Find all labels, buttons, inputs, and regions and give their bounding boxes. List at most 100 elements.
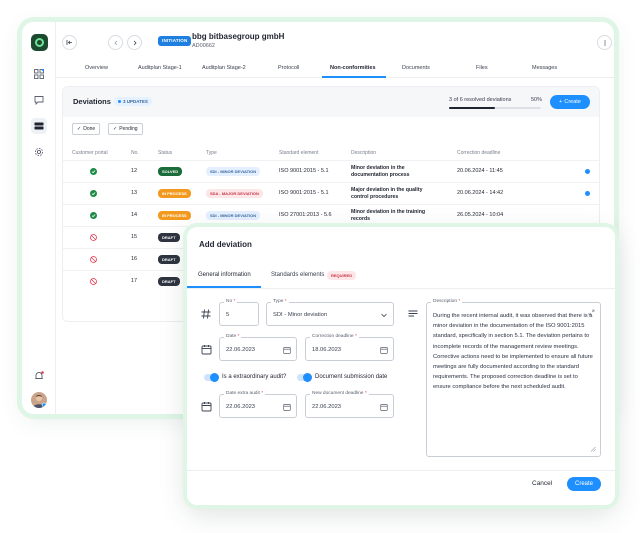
correction-deadline-field[interactable]: Correction deadline * 18.06.2023 xyxy=(305,334,394,361)
settings-icon[interactable] xyxy=(31,144,47,160)
status-badge: DRAFT xyxy=(158,233,180,242)
avatar[interactable] xyxy=(31,392,47,408)
correction-deadline: 20.06.2024 - 11:45 xyxy=(457,168,503,174)
tab-standards-elements[interactable]: Standards elements xyxy=(271,272,324,278)
col-description[interactable]: Description xyxy=(351,150,376,156)
active-tab-indicator xyxy=(322,76,386,78)
resolved-progress-bar xyxy=(449,107,541,109)
back-button[interactable] xyxy=(108,35,123,50)
tab-documents[interactable]: Documents xyxy=(402,65,430,71)
required-badge: REQUIRED xyxy=(327,271,357,280)
tab-auditplan-stage-1[interactable]: Auditplan Stage-1 xyxy=(138,65,182,71)
description-textarea[interactable]: Description * During the recent internal… xyxy=(426,299,601,457)
filter-done[interactable]: ✓ Done xyxy=(72,123,101,135)
dashboard-icon[interactable] xyxy=(31,66,47,82)
tab-non-conformities[interactable]: Non-conformities xyxy=(330,65,376,71)
col-customer-portal[interactable]: Customer portal xyxy=(72,150,108,156)
correction-deadline-value: 18.06.2023 xyxy=(312,347,342,353)
new-document-deadline-field[interactable]: New document deadline * 22.06.2023 xyxy=(305,391,394,418)
calendar-icon xyxy=(283,347,291,354)
type-badge: SDI - MINOR DEVIATION xyxy=(206,167,261,176)
calendar-icon xyxy=(283,404,291,411)
chat-icon[interactable] xyxy=(31,92,47,108)
filter-pending[interactable]: ✓ Pending xyxy=(108,123,143,135)
extra-audit-date-value: 22.06.2023 xyxy=(226,404,256,410)
update-indicator-dot xyxy=(585,169,590,174)
resize-handle-icon[interactable] xyxy=(590,446,596,452)
forward-button[interactable] xyxy=(127,35,142,50)
update-indicator-dot xyxy=(585,191,590,196)
tab-auditplan-stage-2[interactable]: Auditplan Stage-2 xyxy=(202,65,246,71)
number-value: 5 xyxy=(226,312,230,318)
type-select[interactable]: Type * SDI - Minor deviation xyxy=(266,299,394,326)
create-deviation-button[interactable]: + Create xyxy=(550,95,590,109)
extraordinary-audit-label: Is a extraordinary audit? xyxy=(222,374,287,380)
collapse-sidebar-button[interactable] xyxy=(62,35,77,50)
calendar-icon xyxy=(380,347,388,354)
portal-check-icon xyxy=(90,168,97,175)
description: Minor deviation in the training records xyxy=(351,209,426,222)
col-no[interactable]: No. xyxy=(131,150,139,156)
tab-overview[interactable]: Overview xyxy=(85,65,108,71)
row-number: 15 xyxy=(131,234,138,240)
extra-audit-date-field[interactable]: Date extra audit * 22.06.2023 xyxy=(219,391,297,418)
correction-deadline: 26.05.2024 - 10:04 xyxy=(457,212,504,218)
portal-check-icon xyxy=(90,212,97,219)
standard-element: ISO 27001:2013 - 5.6 xyxy=(279,212,332,218)
document-submission-toggle[interactable] xyxy=(297,373,312,382)
deviations-header: Deviations 3 UPDATES 3 of 6 resolved dev… xyxy=(63,87,599,117)
type-badge: SDA - MAJOR DEVIATION xyxy=(206,189,263,198)
add-deviation-modal: Add deviation General information Standa… xyxy=(187,227,615,505)
app-logo[interactable] xyxy=(31,34,48,51)
type-value: SDI - Minor deviation xyxy=(273,312,328,318)
status-badge: DRAFT xyxy=(158,277,180,286)
calendar-icon xyxy=(198,341,214,357)
number-field[interactable]: No * 5 xyxy=(219,299,259,326)
left-sidebar xyxy=(22,22,56,414)
plus-icon: + xyxy=(559,99,563,105)
portal-blocked-icon xyxy=(90,278,97,285)
audits-icon[interactable] xyxy=(31,118,47,134)
company-name: bbg bitbasegroup gmbH xyxy=(192,32,285,41)
check-icon: ✓ xyxy=(113,126,118,132)
date-value: 22.06.2023 xyxy=(226,347,256,353)
col-standard[interactable]: Standard element xyxy=(279,150,318,156)
expand-icon[interactable] xyxy=(588,309,595,316)
description: Minor deviation in the documentation pro… xyxy=(351,165,410,178)
type-badge: SDI - MINOR DEVIATION xyxy=(206,211,261,220)
row-number: 17 xyxy=(131,278,138,284)
col-status[interactable]: Status xyxy=(158,150,172,156)
deviations-title: Deviations xyxy=(73,97,111,106)
cancel-button[interactable]: Cancel xyxy=(532,480,552,487)
notification-bell-icon[interactable] xyxy=(31,368,47,384)
portal-blocked-icon xyxy=(90,256,97,263)
more-options-button[interactable] xyxy=(597,35,612,50)
col-type[interactable]: Type xyxy=(206,150,217,156)
date-field[interactable]: Date * 22.06.2023 xyxy=(219,334,297,361)
row-number: 14 xyxy=(131,212,138,218)
extraordinary-audit-toggle[interactable] xyxy=(204,373,219,382)
tab-files[interactable]: Files xyxy=(476,65,488,71)
description-value: During the recent internal audit, it was… xyxy=(433,313,593,391)
correction-deadline: 20.06.2024 - 14:42 xyxy=(457,190,504,196)
updates-badge: 3 UPDATES xyxy=(114,97,152,106)
table-row[interactable]: 13 IN PROCESS SDA - MAJOR DEVIATION ISO 900… xyxy=(63,182,599,204)
description: Major deviation in the quality control p… xyxy=(351,187,423,200)
tab-general-information[interactable]: General information xyxy=(198,272,251,278)
check-icon: ✓ xyxy=(77,126,82,132)
phase-badge: INITIATION xyxy=(158,36,192,46)
table-row[interactable]: 12 SOLVED SDI - MINOR DEVIATION ISO 9001:20… xyxy=(63,160,599,182)
chevron-down-icon xyxy=(381,313,387,318)
calendar-icon xyxy=(198,398,214,414)
calendar-icon xyxy=(380,404,388,411)
table-row[interactable]: 14 IN PROCESS SDI - MINOR DEVIATION ISO 270… xyxy=(63,204,599,226)
tab-messages[interactable]: Messages xyxy=(532,65,557,71)
new-document-deadline-value: 22.06.2023 xyxy=(312,404,342,410)
status-badge: SOLVED xyxy=(158,167,183,176)
create-button[interactable]: Create xyxy=(567,477,601,491)
tab-protocoll[interactable]: Protocoll xyxy=(278,65,299,71)
portal-blocked-icon xyxy=(90,234,97,241)
active-tab-indicator xyxy=(187,286,261,288)
col-deadline[interactable]: Correction deadline xyxy=(457,150,500,156)
resolved-count: 3 of 6 resolved deviations xyxy=(449,97,512,103)
